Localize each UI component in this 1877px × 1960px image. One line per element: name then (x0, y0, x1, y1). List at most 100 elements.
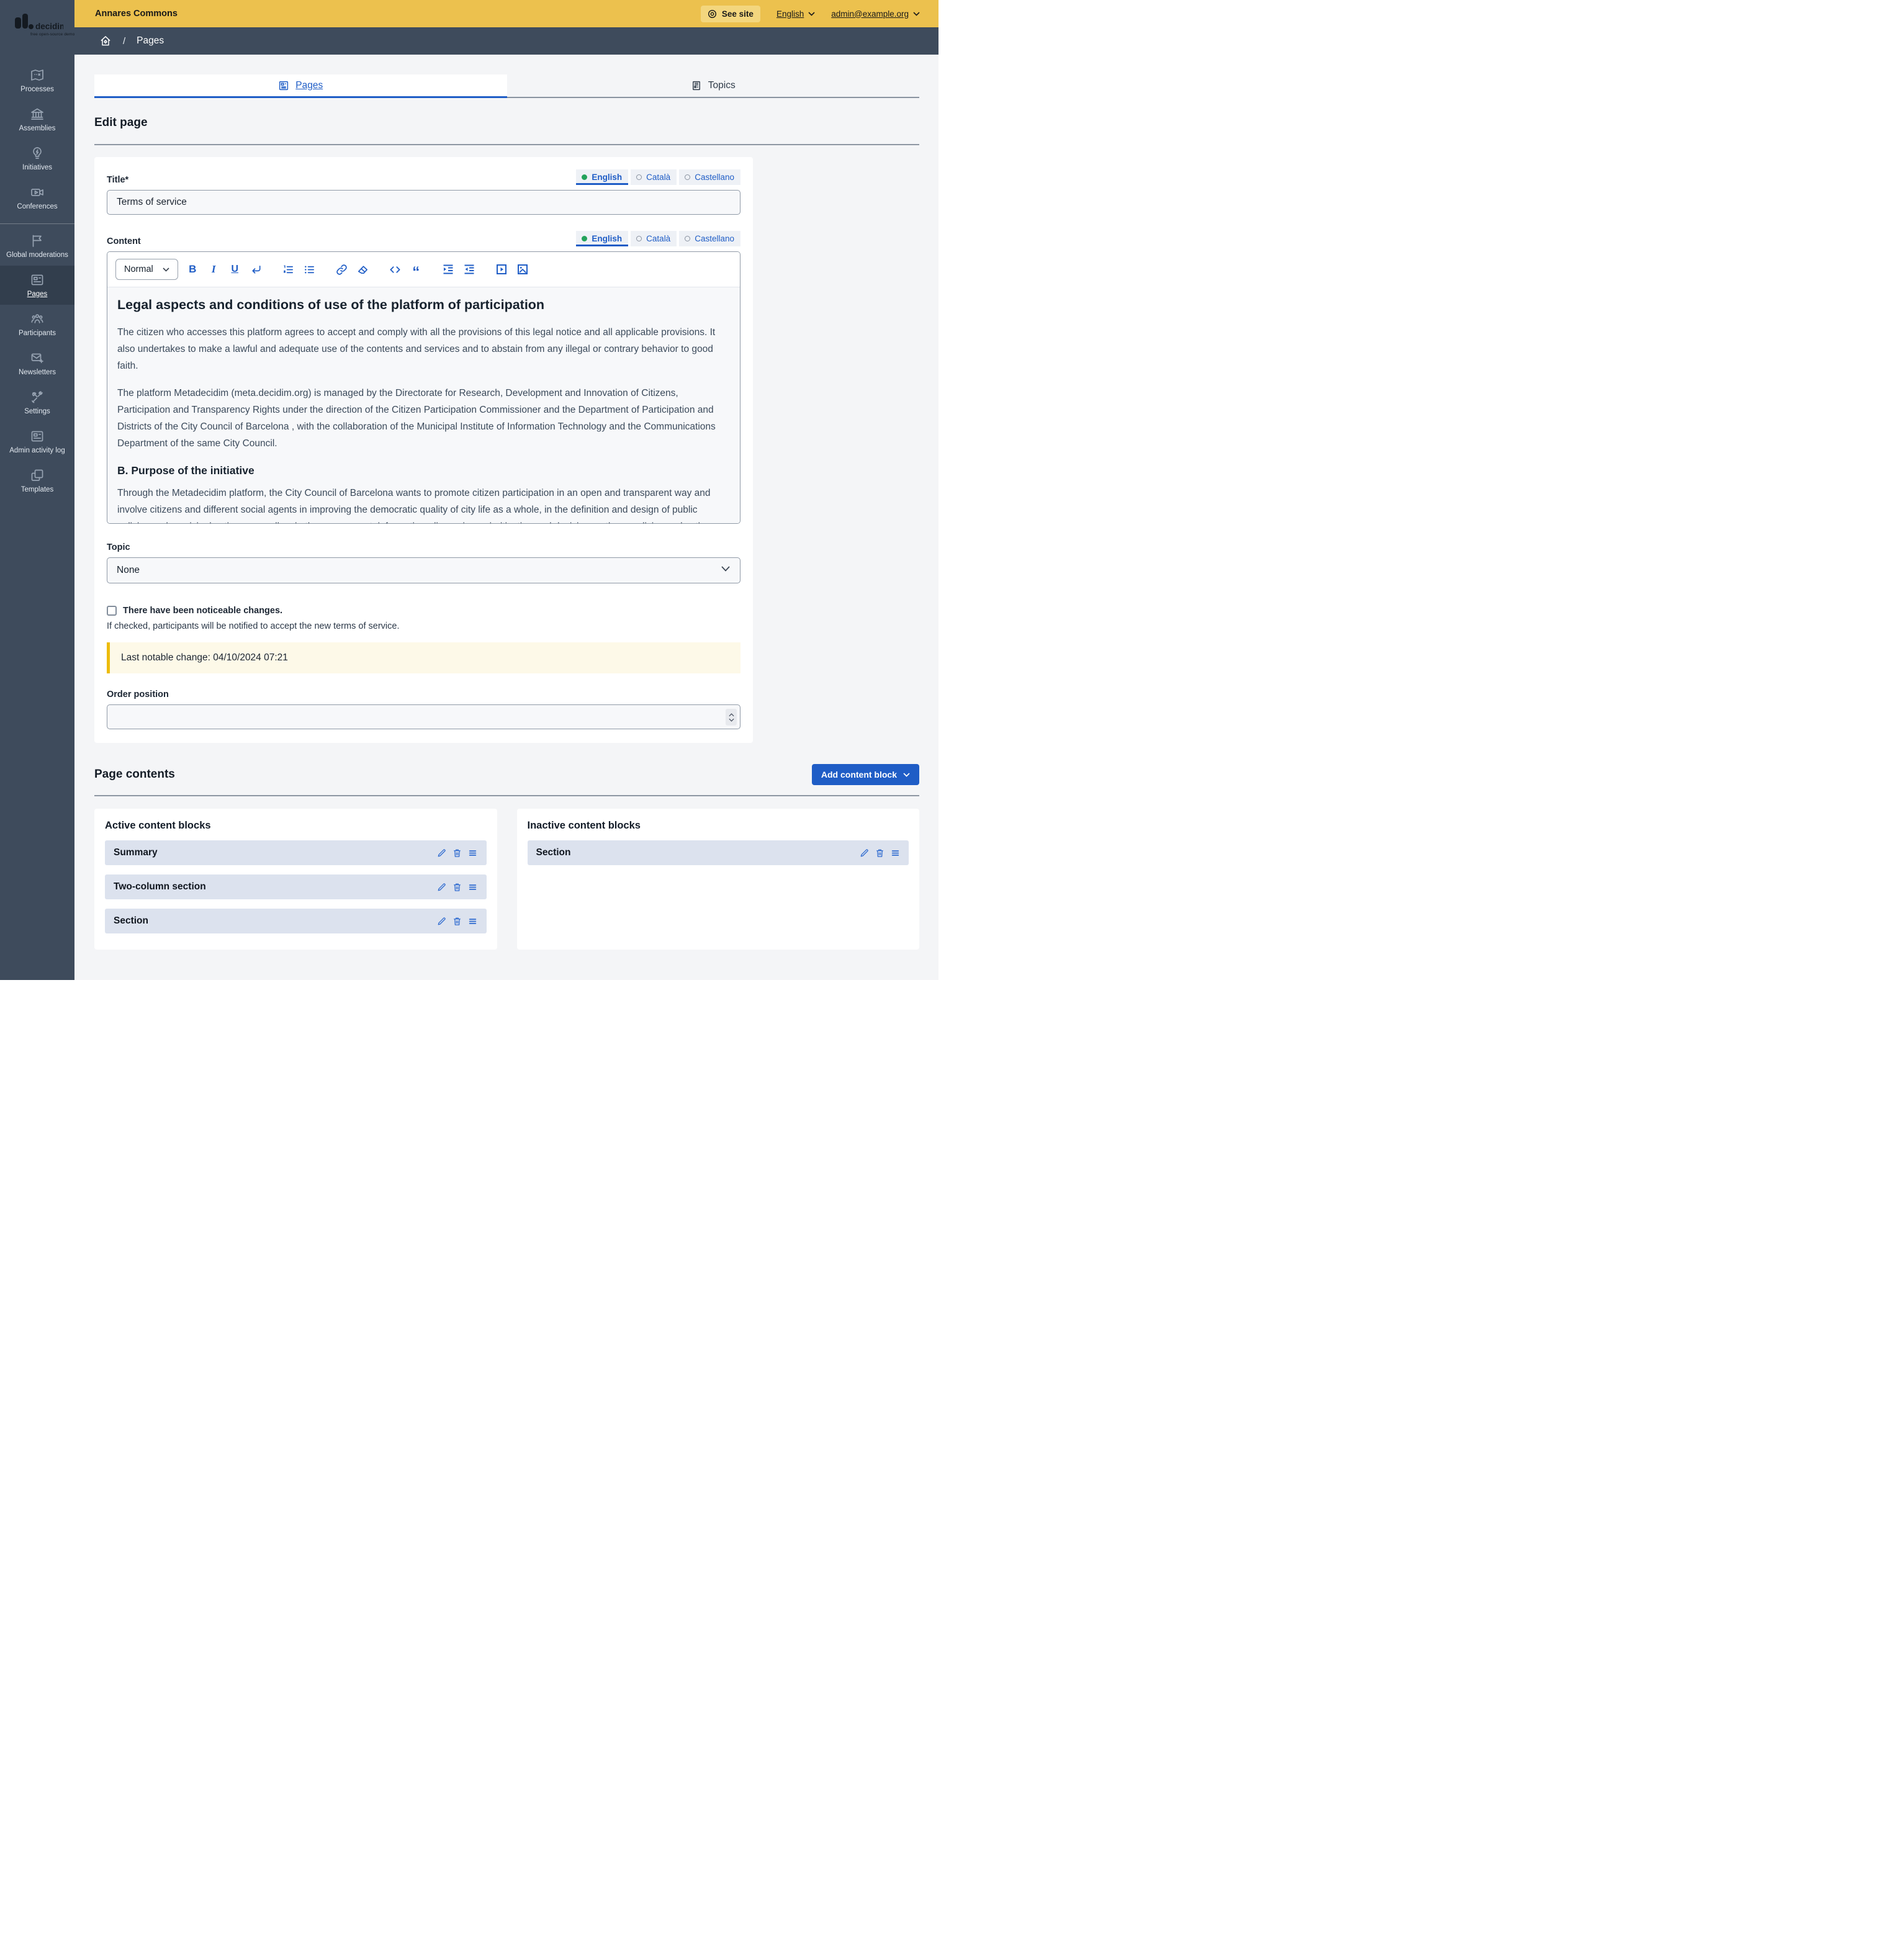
lang-tab-english[interactable]: English (576, 231, 628, 246)
home-icon[interactable] (99, 35, 112, 47)
topics-icon (691, 80, 702, 91)
sidebar-item-pages[interactable]: Pages (0, 266, 74, 305)
content-label: Content (107, 236, 141, 246)
newspaper-icon (30, 272, 45, 287)
account-menu[interactable]: admin@example.org (831, 9, 920, 19)
language-label: English (776, 9, 804, 19)
sidebar-item-processes[interactable]: Processes (0, 61, 74, 100)
lang-tab-castellano[interactable]: Castellano (679, 231, 740, 246)
lightbulb-icon (30, 146, 45, 161)
noticeable-changes-label: There have been noticeable changes. (123, 606, 282, 616)
inactive-blocks-title: Inactive content blocks (528, 820, 909, 832)
drag-handle-icon[interactable] (468, 882, 478, 892)
title-language-tabs: English Català Castellano (576, 169, 740, 185)
title-label-row: Title* English Català Castellano (107, 169, 740, 185)
edit-pencil-icon[interactable] (437, 848, 447, 858)
topic-select[interactable]: None (107, 557, 740, 583)
drag-handle-icon[interactable] (468, 916, 478, 926)
delete-trash-icon[interactable] (452, 916, 462, 926)
breadcrumb-current[interactable]: Pages (137, 35, 164, 47)
noticeable-changes-checkbox[interactable] (107, 606, 117, 616)
italic-icon[interactable]: I (207, 263, 220, 276)
translation-empty-icon (636, 236, 642, 241)
eraser-icon[interactable] (356, 263, 369, 276)
delete-trash-icon[interactable] (452, 882, 462, 892)
main-content: Pages Topics Edit page Title* Engl (74, 55, 939, 980)
lang-tab-catala[interactable]: Català (631, 231, 677, 246)
lang-tab-english[interactable]: English (576, 169, 628, 185)
sidebar-item-initiatives[interactable]: Initiatives (0, 139, 74, 178)
last-notable-change-callout: Last notable change: 04/10/2024 07:21 (107, 642, 740, 673)
bold-icon[interactable]: B (186, 263, 199, 276)
video-camera-icon (30, 185, 45, 200)
tab-topics-label: Topics (708, 80, 736, 91)
delete-trash-icon[interactable] (452, 848, 462, 858)
bank-icon (30, 107, 45, 122)
title-input[interactable] (107, 190, 740, 215)
order-position-input[interactable] (107, 704, 740, 729)
blockquote-icon[interactable]: “ (410, 263, 423, 276)
decidim-logo[interactable]: decidim free open-source democracy (0, 0, 74, 55)
underline-icon[interactable]: U (228, 263, 241, 276)
chevron-up-icon (729, 713, 734, 717)
outdent-icon[interactable] (463, 263, 476, 276)
editor-heading1: Legal aspects and conditions of use of t… (117, 297, 730, 313)
sidebar-item-label: Processes (20, 86, 54, 94)
language-menu[interactable]: English (776, 9, 815, 19)
insert-image-icon[interactable] (516, 263, 529, 276)
tab-pages[interactable]: Pages (94, 74, 507, 98)
lang-tab-label: Català (646, 234, 670, 243)
add-content-block-label: Add content block (821, 770, 897, 780)
lang-tab-castellano[interactable]: Castellano (679, 169, 740, 185)
chevron-down-icon (913, 12, 920, 16)
topbar: Annares Commons See site English admin@e… (74, 0, 939, 27)
chevron-down-icon (903, 773, 910, 777)
delete-trash-icon[interactable] (875, 848, 884, 858)
code-icon[interactable] (389, 263, 402, 276)
sidebar-item-assemblies[interactable]: Assemblies (0, 100, 74, 139)
content-block-label: Two-column section (114, 881, 206, 892)
breadcrumb-separator: / (123, 36, 125, 47)
sidebar: decidim free open-source democracy Proce… (0, 0, 74, 980)
rich-text-editor: Normal B I U (107, 251, 740, 524)
editor-content[interactable]: Legal aspects and conditions of use of t… (107, 287, 740, 523)
translation-complete-icon (582, 236, 587, 241)
edit-pencil-icon[interactable] (437, 916, 447, 926)
line-break-icon[interactable] (250, 263, 263, 276)
sidebar-item-settings[interactable]: Settings (0, 383, 74, 422)
sidebar-item-templates[interactable]: Templates (0, 461, 74, 500)
paragraph-style-select[interactable]: Normal (115, 259, 178, 280)
link-icon[interactable] (335, 263, 348, 276)
chevron-down-icon (729, 718, 734, 722)
content-block-label: Summary (114, 847, 158, 858)
see-site-label: See site (722, 9, 754, 19)
number-stepper[interactable] (726, 709, 737, 726)
ordered-list-icon[interactable] (282, 263, 295, 276)
editor-paragraph: The platform Metadecidim (meta.decidim.o… (117, 385, 730, 452)
sidebar-item-newsletters[interactable]: Newsletters (0, 344, 74, 383)
drag-handle-icon[interactable] (890, 848, 900, 858)
lang-tab-catala[interactable]: Català (631, 169, 677, 185)
edit-pencil-icon[interactable] (437, 882, 447, 892)
sidebar-divider (0, 223, 74, 224)
sidebar-group-admin: Global moderations Pages Participants Ne… (0, 227, 74, 500)
edit-pencil-icon[interactable] (859, 848, 869, 858)
drag-handle-icon[interactable] (468, 848, 478, 858)
sidebar-group-spaces: Processes Assemblies Initiatives Confere… (0, 55, 74, 217)
tab-topics[interactable]: Topics (507, 74, 920, 98)
content-block-row: Summary (105, 840, 487, 865)
sidebar-item-conferences[interactable]: Conferences (0, 178, 74, 217)
order-label-row: Order position (107, 690, 740, 699)
heading-divider (94, 144, 919, 145)
bullet-list-icon[interactable] (303, 263, 316, 276)
add-content-block-button[interactable]: Add content block (812, 764, 919, 785)
copy-icon (30, 468, 45, 483)
embed-video-icon[interactable] (495, 263, 508, 276)
sidebar-item-global-moderations[interactable]: Global moderations (0, 227, 74, 266)
sidebar-item-participants[interactable]: Participants (0, 305, 74, 344)
tools-icon (30, 390, 45, 405)
sidebar-item-admin-activity-log[interactable]: Admin activity log (0, 422, 74, 461)
indent-icon[interactable] (442, 263, 455, 276)
decidim-logo-mark: decidim (15, 12, 63, 34)
see-site-button[interactable]: See site (701, 6, 760, 22)
